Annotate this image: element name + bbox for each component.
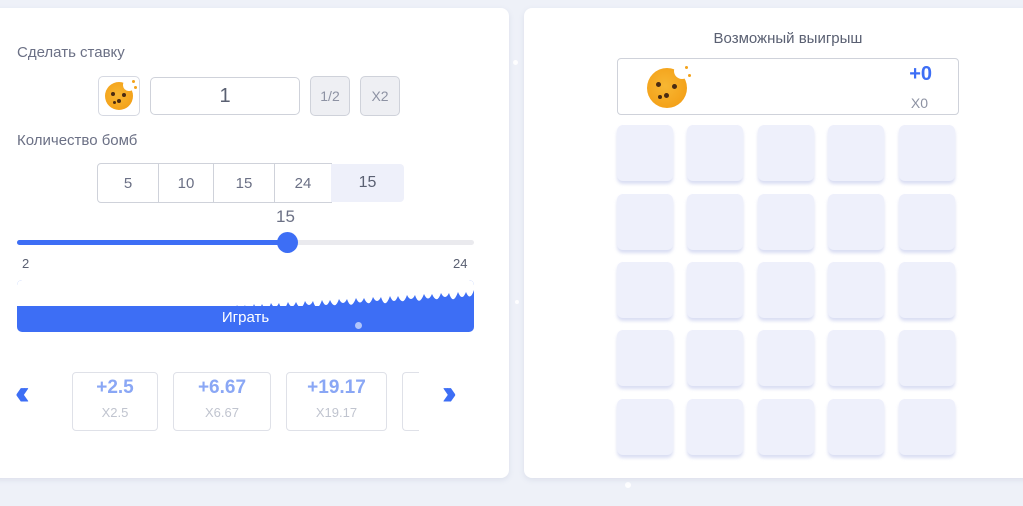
multiplier-x: X6.67 bbox=[205, 405, 239, 420]
mine-tile[interactable] bbox=[687, 262, 743, 318]
multiplier-amount: +2.5 bbox=[96, 377, 134, 398]
bomb-option-5[interactable]: 5 bbox=[97, 163, 159, 203]
double-bet-button[interactable]: X2 bbox=[360, 76, 400, 116]
multiplier-x: X2.5 bbox=[101, 405, 129, 420]
mine-tile[interactable] bbox=[828, 399, 884, 455]
mine-tile[interactable] bbox=[828, 125, 884, 181]
possible-win-label: Возможный выигрыш bbox=[713, 30, 863, 47]
slider-fill bbox=[17, 240, 287, 245]
snow-dot bbox=[515, 300, 519, 304]
mine-tile[interactable] bbox=[758, 125, 814, 181]
multiplier-amount: +6.67 bbox=[197, 377, 247, 398]
mine-tile[interactable] bbox=[828, 262, 884, 318]
mine-tile[interactable] bbox=[899, 330, 955, 386]
double-chevron-right-icon[interactable]: ›› bbox=[442, 374, 456, 413]
mine-tile[interactable] bbox=[899, 194, 955, 250]
half-bet-button[interactable]: 1/2 bbox=[310, 76, 350, 116]
bombs-label: Количество бомб bbox=[17, 132, 138, 149]
multiplier-card-partial bbox=[402, 372, 419, 431]
bomb-option-10[interactable]: 10 bbox=[158, 163, 214, 203]
slider-max: 24 bbox=[453, 256, 468, 271]
mine-tile[interactable] bbox=[617, 330, 673, 386]
mine-tile[interactable] bbox=[828, 330, 884, 386]
mine-tile[interactable] bbox=[758, 399, 814, 455]
multiplier-x: X19.17 bbox=[315, 405, 358, 420]
mine-tile[interactable] bbox=[828, 194, 884, 250]
snowcap-decoration bbox=[17, 280, 474, 306]
slider-value: 15 bbox=[276, 207, 295, 226]
mine-tile[interactable] bbox=[617, 399, 673, 455]
mine-tile[interactable] bbox=[758, 262, 814, 318]
mine-tile[interactable] bbox=[899, 125, 955, 181]
bet-panel: Сделать ставку 1/2 X2 Количество бомб 5 … bbox=[0, 8, 509, 478]
mine-tile[interactable] bbox=[687, 399, 743, 455]
possible-win-multiplier: X0 bbox=[910, 95, 928, 111]
bomb-option-15[interactable]: 15 bbox=[213, 163, 275, 203]
multiplier-card: +19.17 X19.17 bbox=[286, 372, 387, 431]
mine-tile[interactable] bbox=[899, 262, 955, 318]
cookie-icon bbox=[647, 63, 691, 108]
mine-tile[interactable] bbox=[687, 330, 743, 386]
play-button[interactable]: Играть bbox=[17, 280, 474, 332]
bomb-option-24[interactable]: 24 bbox=[274, 163, 332, 203]
multiplier-card: +2.5 X2.5 bbox=[72, 372, 158, 431]
mine-tile[interactable] bbox=[687, 125, 743, 181]
slider-min: 2 bbox=[22, 256, 30, 271]
mine-tile[interactable] bbox=[617, 262, 673, 318]
bomb-selected-value: 15 bbox=[331, 164, 404, 202]
cookie-icon bbox=[105, 79, 137, 110]
mine-tile[interactable] bbox=[617, 125, 673, 181]
bet-amount-input[interactable] bbox=[150, 77, 300, 115]
game-panel: Возможный выигрыш +0 X0 bbox=[524, 8, 1023, 478]
possible-win-box: +0 X0 bbox=[617, 58, 959, 115]
double-chevron-left-icon[interactable]: ‹‹ bbox=[15, 374, 29, 413]
multiplier-amount: +19.17 bbox=[307, 377, 366, 398]
mine-tile[interactable] bbox=[617, 194, 673, 250]
multiplier-card: +6.67 X6.67 bbox=[173, 372, 271, 431]
mine-tile[interactable] bbox=[899, 399, 955, 455]
bet-label: Сделать ставку bbox=[17, 44, 125, 61]
snow-dot bbox=[625, 482, 631, 488]
currency-button[interactable] bbox=[98, 76, 140, 116]
bomb-slider[interactable] bbox=[17, 240, 474, 245]
play-label: Играть bbox=[221, 309, 270, 326]
snow-dot bbox=[513, 60, 518, 65]
slider-thumb[interactable] bbox=[277, 232, 298, 253]
possible-win-amount: +0 bbox=[909, 63, 932, 85]
snow-dot bbox=[355, 322, 362, 329]
mine-tile[interactable] bbox=[758, 330, 814, 386]
mine-tile[interactable] bbox=[687, 194, 743, 250]
mine-tile[interactable] bbox=[758, 194, 814, 250]
